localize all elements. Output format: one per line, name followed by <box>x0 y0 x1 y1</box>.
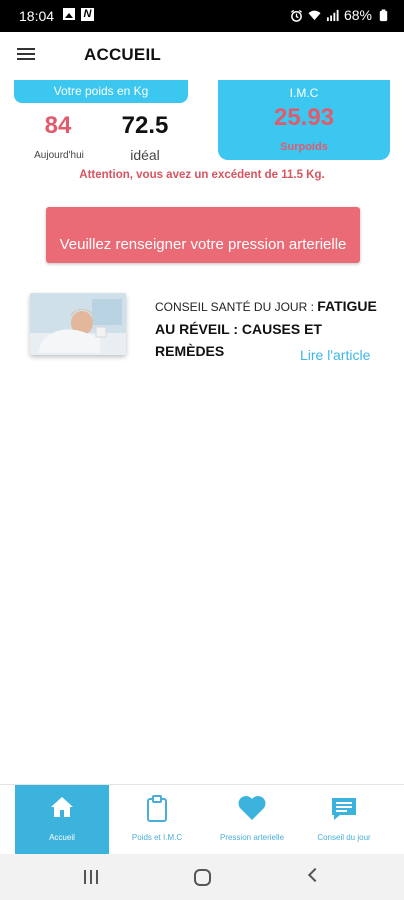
nav-item-pression[interactable]: Pression arterielle <box>205 785 299 855</box>
page-title: ACCUEIL <box>84 45 161 64</box>
gallery-icon <box>63 8 75 20</box>
weight-card-header: Votre poids en Kg <box>14 80 188 103</box>
ideal-weight-value: 72.5 <box>121 112 169 139</box>
signal-icon <box>326 9 339 21</box>
status-bar: 18:04 N 68% <box>0 0 404 32</box>
current-weight-label: Aujourd'hui <box>34 150 84 161</box>
read-article-link[interactable]: Lire l'article <box>300 347 370 363</box>
heart-icon <box>238 796 266 820</box>
nav-label-pression: Pression arterielle <box>219 833 285 842</box>
tip-prefix: CONSEIL SANTÉ DU JOUR : <box>155 300 318 314</box>
ideal-weight-label: idéal <box>130 147 160 163</box>
hamburger-menu-icon[interactable] <box>17 48 35 62</box>
nav-item-conseil[interactable]: Conseil du jour <box>297 785 391 855</box>
nav-item-poids-imc[interactable]: Poids et I.M.C <box>110 785 204 855</box>
home-button-icon[interactable] <box>194 869 211 886</box>
nav-item-accueil[interactable]: Accueil <box>15 785 109 855</box>
clipboard-icon <box>147 795 167 822</box>
recent-apps-icon[interactable] <box>84 870 98 884</box>
home-icon <box>51 797 73 817</box>
chat-message-icon <box>332 798 356 820</box>
imc-title: I.M.C <box>289 86 319 100</box>
imc-card: I.M.C 25.93 Surpoids <box>218 80 390 160</box>
excess-weight-warning: Attention, vous avez un excédent de 11.5… <box>79 169 325 181</box>
system-navigation-bar <box>0 854 404 900</box>
imc-value: 25.93 <box>273 104 335 131</box>
back-icon[interactable] <box>307 867 323 883</box>
battery-icon <box>379 8 388 21</box>
status-time: 18:04 <box>19 8 55 24</box>
battery-percentage: 68% <box>343 7 372 23</box>
nav-label-accueil: Accueil <box>49 833 75 842</box>
imc-status: Surpoids <box>280 141 328 153</box>
tired-person-photo <box>30 293 126 355</box>
current-weight-value: 84 <box>44 112 72 139</box>
app-bar: ACCUEIL <box>0 32 404 80</box>
tip-thumbnail-image[interactable] <box>30 293 126 355</box>
nav-label-conseil: Conseil du jour <box>317 833 371 842</box>
blood-pressure-prompt-button[interactable]: Veuillez renseigner votre pression arter… <box>46 207 360 263</box>
bottom-navigation: Accueil Poids et I.M.C Pression arteriel… <box>0 784 404 855</box>
nav-label-poids-imc: Poids et I.M.C <box>131 833 183 842</box>
alarm-icon <box>290 9 302 22</box>
n-notification-icon: N <box>81 8 94 21</box>
wifi-icon <box>308 10 321 20</box>
